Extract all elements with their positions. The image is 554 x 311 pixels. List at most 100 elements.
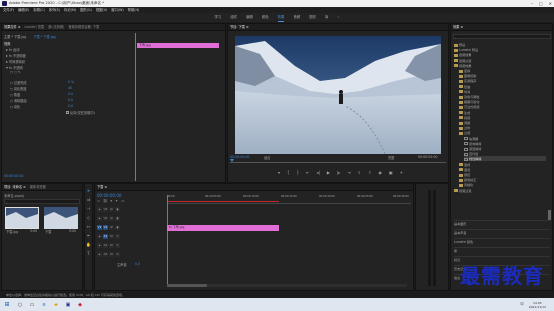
workspace-effects[interactable]: 效果 — [277, 13, 285, 22]
hand-tool-icon[interactable]: ✋ — [86, 242, 91, 247]
ec-row-time-remap[interactable]: 时间重映射 — [6, 59, 25, 64]
mark-out-icon[interactable]: } — [297, 170, 300, 175]
master-track-value[interactable]: 0.0 — [135, 262, 140, 266]
play-icon[interactable]: ▶ — [327, 170, 330, 175]
tab-project[interactable]: 项目: 未命名 ≡ — [4, 184, 26, 190]
effects-search-input[interactable]: ⌕ — [453, 34, 551, 40]
ec-value-angle[interactable]: 0.0 — [68, 92, 73, 96]
go-to-out-icon[interactable]: ⇥ — [347, 170, 350, 175]
program-scrub-bar[interactable] — [230, 162, 446, 164]
tab-source[interactable]: 源:(无剪辑) — [48, 24, 64, 30]
panel-list-item[interactable]: Lumetri 颜色 — [454, 238, 550, 244]
track-lock-icon[interactable]: 🔒︎ — [97, 234, 102, 239]
tab-audio-clip-mixer[interactable]: 音频剪辑混合器: 下雪 — [68, 24, 99, 30]
type-tool-icon[interactable]: T — [87, 251, 89, 256]
workspace-more-button[interactable]: » — [337, 13, 339, 22]
track-lock-icon[interactable]: 🔒︎ — [97, 216, 102, 221]
ec-timecode[interactable]: 00:00:00:00 — [4, 174, 23, 178]
track-mute-icon[interactable]: M — [109, 243, 114, 248]
checkbox-box[interactable] — [66, 111, 69, 114]
effects-scrollbar[interactable] — [548, 210, 551, 220]
track-target-v2[interactable]: V2 — [103, 216, 108, 221]
track-target-a1[interactable]: A1 — [103, 234, 108, 239]
track-eye-icon[interactable]: ◉ — [115, 207, 120, 212]
track-sync-icon[interactable]: ⇄ — [109, 207, 114, 212]
effects-tree-item[interactable]: 线性擦除 — [464, 156, 546, 162]
ec-mask-tools[interactable]: ○ □ ✎ — [10, 70, 21, 74]
app-taskbar-icon[interactable]: ◆ — [74, 302, 86, 308]
step-back-icon[interactable]: ◂| — [316, 170, 319, 175]
rect-mask-icon[interactable]: □ — [14, 70, 17, 74]
workspace-audio[interactable]: 音频 — [293, 13, 300, 22]
track-lock-icon[interactable]: 🔒︎ — [97, 252, 102, 257]
file-explorer-icon[interactable]: ▰ — [50, 302, 62, 308]
tab-timeline-sequence[interactable]: 下雪 ≡ — [97, 184, 107, 190]
pen-tool-icon[interactable]: ✒ — [87, 233, 90, 238]
track-lock-icon[interactable]: 🔒︎ — [97, 243, 102, 248]
tab-effects[interactable]: 效果 ≡ — [453, 24, 463, 30]
track-solo-icon[interactable]: S — [115, 243, 120, 248]
input-language[interactable]: 中 — [520, 302, 524, 307]
project-item-thumb-1[interactable] — [5, 207, 39, 229]
step-forward-icon[interactable]: |▸ — [337, 170, 340, 175]
track-sync-icon[interactable]: ⇄ — [109, 216, 114, 221]
workspace-color[interactable]: 颜色 — [262, 13, 269, 22]
track-eye-icon[interactable]: ◉ — [115, 216, 120, 221]
workspace-libraries[interactable]: 库 — [325, 13, 328, 22]
project-item-thumb-2[interactable] — [44, 207, 78, 229]
maximize-button[interactable]: □ — [539, 0, 543, 7]
export-frame-icon[interactable]: ◉ — [378, 170, 382, 175]
ec-invert-checkbox[interactable]: 反向(仅在剪辑中) — [66, 110, 95, 115]
panel-list-item[interactable]: 库 — [454, 247, 550, 253]
add-marker-icon[interactable]: ▾ — [110, 199, 112, 203]
panel-list-item[interactable]: 基本声音 — [454, 229, 550, 235]
timeline-ruler[interactable]: 00:00 00:00:05:00 00:00:10:00 00:00:15:0… — [167, 195, 411, 204]
taskbar-search-icon[interactable]: ○ — [14, 302, 26, 308]
extract-icon[interactable]: ⇪ — [368, 170, 371, 175]
close-button[interactable]: ✕ — [549, 0, 552, 7]
captions-icon[interactable]: ▭ — [121, 199, 124, 203]
track-source-patch-v1[interactable]: V1 — [97, 225, 102, 230]
track-lock-icon[interactable]: 🔒︎ — [97, 207, 102, 212]
program-fit-dropdown[interactable]: 适合 — [264, 155, 270, 160]
program-quality-dropdown[interactable]: 完整 — [388, 155, 394, 160]
ec-value-feather[interactable]: 0.0 — [68, 104, 73, 108]
ellipse-mask-icon[interactable]: ○ — [10, 70, 13, 74]
track-eye-icon[interactable]: ◉ — [115, 225, 120, 230]
track-solo-icon[interactable]: S — [115, 234, 120, 239]
slip-tool-icon[interactable]: ↔ — [87, 224, 90, 229]
effects-tree-item[interactable]: 视频过渡 — [454, 188, 471, 193]
ec-row-motion[interactable]: fx 运动 — [6, 47, 19, 52]
taskbar-clock[interactable]: 14:05 2021/11/12 — [529, 301, 546, 309]
project-search-input[interactable]: ⌕ — [4, 199, 80, 205]
minimize-button[interactable]: – — [531, 0, 533, 7]
workspace-learn[interactable]: 学习 — [215, 13, 222, 22]
track-target-v3[interactable]: V3 — [103, 207, 108, 212]
track-select-tool-icon[interactable]: ⇉ — [87, 197, 90, 202]
timeline-horizontal-scrollbar[interactable] — [167, 284, 407, 287]
track-target-a3[interactable]: A3 — [103, 252, 108, 257]
selection-tool-icon[interactable]: ➤ — [87, 188, 90, 193]
razor-tool-icon[interactable]: ◇ — [87, 215, 90, 220]
tab-lumetri-scopes[interactable]: Lumetri 范围 — [24, 24, 44, 30]
timeline-timecode[interactable]: 00:00:00:00 — [97, 193, 121, 198]
panel-list-item[interactable]: 基本图形 — [454, 220, 550, 226]
ec-value-antialias[interactable]: 0.0 — [68, 98, 73, 102]
linked-selection-icon[interactable]: ⛓ — [103, 199, 107, 203]
track-target-v1[interactable]: V1 — [103, 225, 108, 230]
track-sync-icon[interactable]: ⇄ — [109, 225, 114, 230]
ripple-edit-tool-icon[interactable]: ⊣ — [87, 206, 90, 211]
ec-value-transition-completion[interactable]: 0 % — [68, 80, 74, 84]
go-to-in-icon[interactable]: ⇤ — [306, 170, 309, 175]
timeline-clip-v1[interactable]: fx 下雪.jpg — [167, 225, 279, 231]
tab-effect-controls[interactable]: 效果控件 ≡ — [4, 24, 20, 30]
ec-value-feather-width[interactable]: 40 — [68, 86, 72, 90]
mark-in-icon[interactable]: { — [287, 170, 290, 175]
add-button-icon[interactable]: + — [400, 170, 403, 175]
clip-path[interactable]: 主要 * 下雪.jpg — [4, 35, 26, 39]
timeline-settings-icon[interactable]: ✦ — [115, 199, 118, 203]
track-target-a2[interactable]: A2 — [103, 243, 108, 248]
snap-icon[interactable]: ⊃ — [97, 199, 100, 203]
workspace-graphics[interactable]: 图形 — [309, 13, 316, 22]
compare-icon[interactable]: ▣ — [389, 170, 393, 175]
